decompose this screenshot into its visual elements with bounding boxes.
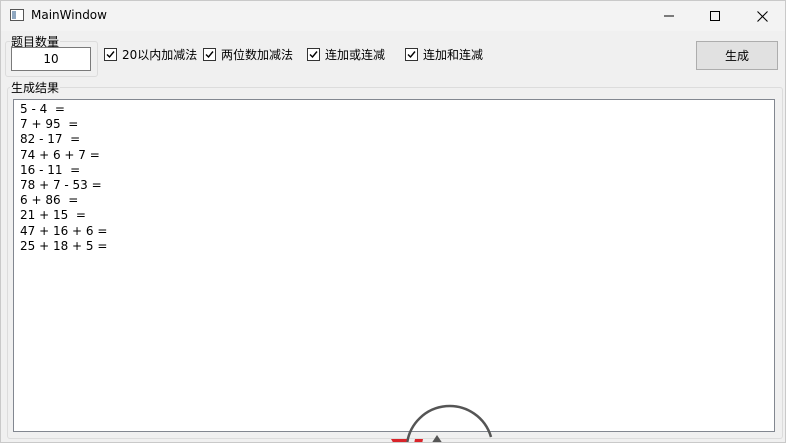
- result-line: 78 + 7 - 53 =: [20, 177, 102, 192]
- checkbox-add-and-subtract-chain[interactable]: 连加和连减: [405, 46, 483, 62]
- result-line: 47 + 16 + 6 =: [20, 223, 108, 238]
- result-line: 7 + 95 =: [20, 117, 79, 132]
- result-label: 生成结果: [10, 79, 61, 96]
- result-line: 82 - 17 =: [20, 132, 81, 147]
- generate-button[interactable]: 生成: [696, 41, 778, 70]
- result-line: 74 + 6 + 7 =: [20, 147, 100, 162]
- checkbox-checked-icon[interactable]: [307, 47, 320, 61]
- result-textbox[interactable]: 5 - 4 = 7 + 95 = 82 - 17 = 74 + 6 + 7 = …: [13, 99, 775, 432]
- main-window: MainWindow 题目数量 20以内加减法: [0, 0, 786, 443]
- minimize-button[interactable]: [646, 1, 692, 31]
- checkbox-checked-icon[interactable]: [203, 47, 216, 61]
- result-line: 25 + 18 + 5 =: [20, 238, 108, 253]
- window-title: MainWindow: [31, 8, 107, 22]
- result-line: 6 + 86 =: [20, 193, 79, 208]
- checkbox-label: 两位数加减法: [221, 47, 294, 62]
- checkbox-two-digit[interactable]: 两位数加减法: [203, 46, 293, 62]
- maximize-button[interactable]: [692, 1, 738, 31]
- title-bar[interactable]: MainWindow: [1, 1, 785, 31]
- checkbox-label: 连加或连减: [325, 47, 386, 62]
- maximize-icon: [710, 11, 720, 21]
- checkbox-label: 连加和连减: [423, 47, 484, 62]
- question-count-input[interactable]: [11, 47, 91, 71]
- checkbox-add-or-subtract-chain[interactable]: 连加或连减: [307, 46, 385, 62]
- app-window-icon: [10, 9, 24, 21]
- checkbox-within-20[interactable]: 20以内加减法: [104, 46, 197, 62]
- result-line: 16 - 11 =: [20, 162, 81, 177]
- checkbox-label: 20以内加减法: [122, 47, 198, 62]
- checkbox-checked-icon[interactable]: [104, 47, 117, 61]
- minimize-icon: [664, 15, 674, 17]
- close-button[interactable]: [739, 1, 785, 31]
- result-line: 5 - 4 =: [20, 102, 65, 116]
- checkbox-checked-icon[interactable]: [405, 47, 418, 61]
- result-line: 21 + 15 =: [20, 208, 86, 223]
- close-icon: [756, 10, 768, 22]
